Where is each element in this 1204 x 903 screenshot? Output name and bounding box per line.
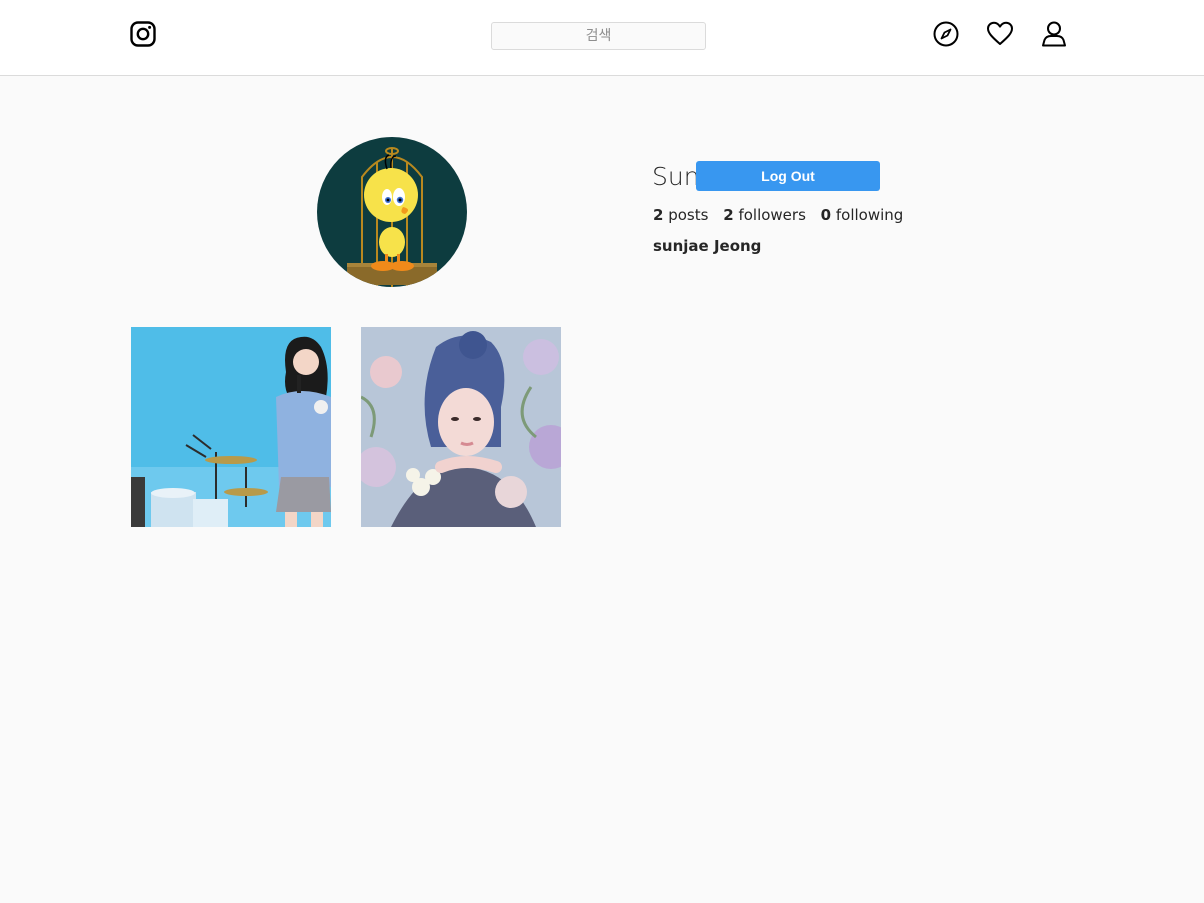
profile-full-name: sunjae Jeong (653, 237, 762, 255)
user-icon[interactable] (1040, 20, 1068, 48)
compass-icon[interactable] (932, 20, 960, 48)
following-label: following (835, 206, 904, 224)
followers-stat[interactable]: 2 followers (723, 206, 806, 224)
posts-stat: 2 posts (653, 206, 708, 224)
post-thumbnail[interactable] (131, 327, 331, 527)
posts-label: posts (668, 206, 709, 224)
top-navbar (0, 0, 1204, 76)
following-stat[interactable]: 0 following (821, 206, 904, 224)
logout-button[interactable]: Log Out (696, 161, 880, 191)
followers-label: followers (738, 206, 806, 224)
profile-stats: 2 posts 2 followers 0 following (653, 205, 913, 225)
instagram-logo-icon[interactable] (130, 21, 156, 47)
avatar[interactable] (317, 137, 467, 287)
posts-count: 2 (653, 206, 664, 224)
search-input[interactable] (491, 22, 706, 50)
followers-count: 2 (723, 206, 734, 224)
heart-icon[interactable] (986, 20, 1014, 48)
post-thumbnail[interactable] (361, 327, 561, 527)
following-count: 0 (820, 206, 832, 224)
profile-username: Sun (652, 162, 700, 191)
